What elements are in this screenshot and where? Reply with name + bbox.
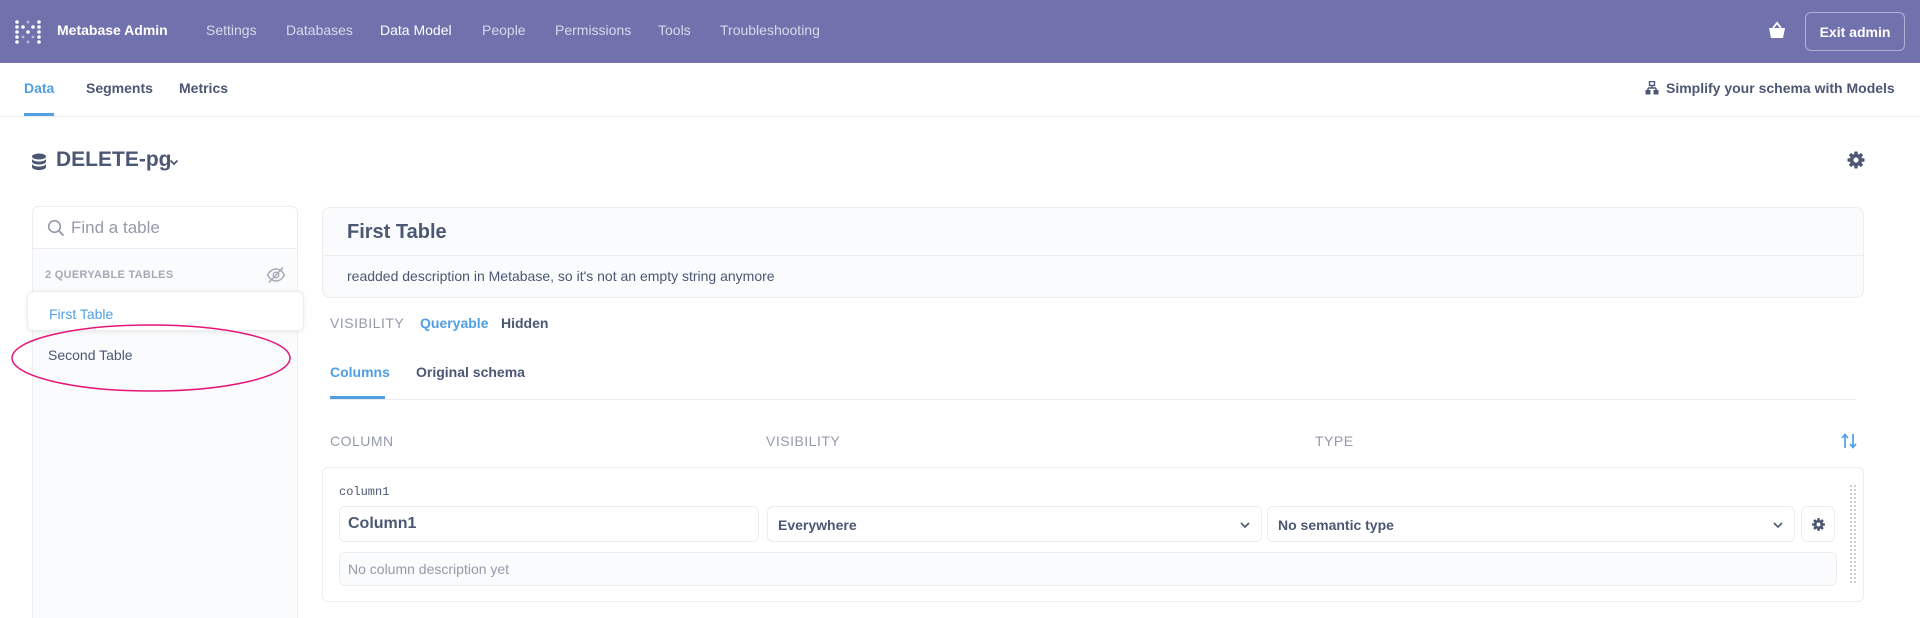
nav-tools[interactable]: Tools [658,22,691,38]
eye-crossed-icon[interactable] [266,266,286,284]
tab-divider [330,399,1856,400]
subtab-data[interactable]: Data [24,80,54,96]
database-icon [32,153,46,170]
data-model-subnav: Data Segments Metrics Simplify your sche… [0,63,1920,117]
nav-troubleshooting[interactable]: Troubleshooting [720,22,820,38]
column-visibility-select[interactable]: Everywhere [767,506,1262,542]
column-display-name-input[interactable] [339,506,759,542]
drag-handle[interactable] [1849,484,1857,584]
models-link[interactable]: Simplify your schema with Models [1645,80,1895,96]
column-raw-name: column1 [339,485,390,499]
nav-settings[interactable]: Settings [206,22,257,38]
nav-databases[interactable]: Databases [286,22,353,38]
column-visibility-value: Everywhere [778,517,857,533]
column-row: column1 Everywhere No semantic type [322,467,1864,602]
nav-data-model[interactable]: Data Model [380,22,452,38]
visibility-queryable[interactable]: Queryable [420,315,488,331]
table-description[interactable]: readded description in Metabase, so it's… [347,268,775,284]
column-header-column: COLUMN [330,433,394,449]
nav-people[interactable]: People [482,22,526,38]
table-title[interactable]: First Table [347,221,447,244]
column-semantic-type-select[interactable]: No semantic type [1267,506,1795,542]
subtab-segments[interactable]: Segments [86,80,153,96]
gear-icon[interactable] [1846,150,1866,170]
table-search-input[interactable] [71,214,286,242]
column-header-type: TYPE [1315,433,1354,449]
highlight-circle-annotation [11,324,291,392]
visibility-label: VISIBILITY [330,315,405,331]
nav-permissions[interactable]: Permissions [555,22,631,38]
field-settings-button[interactable] [1801,506,1835,542]
table-search [33,207,297,249]
table-header-card: First Table readded description in Metab… [322,207,1864,298]
active-subtab-indicator [24,113,54,116]
table-sidebar: 2 QUERYABLE TABLES First Table Second Ta… [27,206,304,618]
subtab-metrics[interactable]: Metrics [179,80,228,96]
chevron-down-icon [1240,522,1250,529]
visibility-hidden[interactable]: Hidden [501,315,548,331]
chevron-down-icon [1773,522,1783,529]
header-divider [323,255,1863,256]
store-basket-icon[interactable] [1766,20,1788,42]
tab-columns[interactable]: Columns [330,364,390,380]
chevron-down-icon[interactable] [168,156,180,168]
search-icon [47,219,65,237]
brand-title: Metabase Admin [57,22,168,38]
column-description-input[interactable] [339,552,1837,586]
queryable-tables-count: 2 QUERYABLE TABLES [45,269,174,281]
database-name[interactable]: DELETE-pg [56,148,172,172]
sort-icon[interactable] [1840,432,1858,450]
models-link-label: Simplify your schema with Models [1666,80,1895,96]
metabase-logo-icon[interactable] [15,20,41,44]
gear-icon [1811,517,1825,531]
column-header-visibility: VISIBILITY [766,433,841,449]
admin-navbar: Metabase Admin Settings Databases Data M… [0,0,1920,63]
exit-admin-button[interactable]: Exit admin [1805,12,1905,51]
tab-original-schema[interactable]: Original schema [416,364,525,380]
column-semantic-type-value: No semantic type [1278,517,1394,533]
model-icon [1645,81,1659,95]
